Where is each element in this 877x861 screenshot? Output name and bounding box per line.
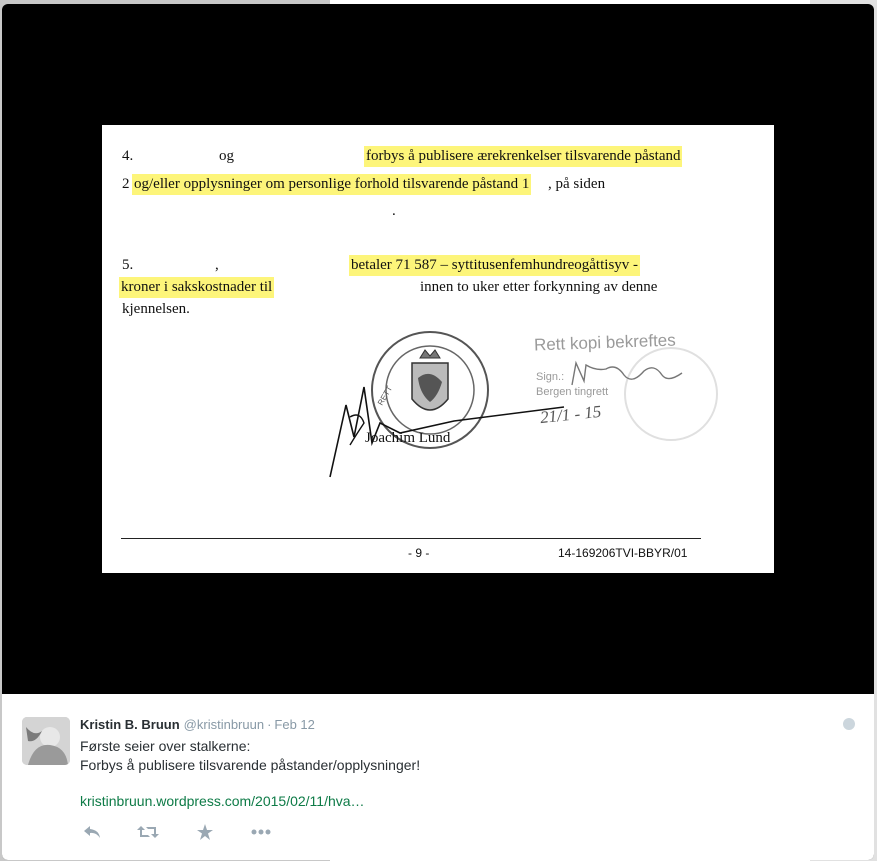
reply-button[interactable] <box>80 822 104 842</box>
line-2-prefix: 2 <box>122 176 130 192</box>
kroner-rest: innen to uker etter forkynning av denne <box>420 279 658 295</box>
line-dot: . <box>392 203 396 219</box>
retweet-icon <box>137 826 159 838</box>
copy-certification-stamp: Rett kopi bekreftes Sign.: Bergen tingre… <box>532 329 732 449</box>
item-5-comma: , <box>215 257 219 273</box>
tweet-link[interactable]: kristinbruun.wordpress.com/2015/02/11/hv… <box>80 793 365 809</box>
media-overlay: 4. og forbys å publisere ærekrenkelser t… <box>2 4 874 860</box>
reply-icon <box>84 826 100 838</box>
author-name[interactable]: Kristin B. Bruun <box>80 717 180 732</box>
avatar-image <box>22 717 70 765</box>
header-separator: · <box>267 717 272 732</box>
tweet-text: Første seier over stalkerne: Forbys å pu… <box>80 738 421 773</box>
highlight-opplysninger: og/eller opplysninger om personlige forh… <box>132 174 532 195</box>
stamp-sign-scribble <box>571 360 683 386</box>
retweet-button[interactable] <box>136 822 160 842</box>
tweet-timestamp[interactable]: Feb 12 <box>274 717 314 732</box>
globe-icon <box>843 718 855 730</box>
footer-rule <box>121 538 701 539</box>
kjennelsen-text: kjennelsen. <box>122 301 190 317</box>
author-handle[interactable]: @kristinbruun <box>184 717 264 732</box>
avatar[interactable] <box>22 717 70 765</box>
tweet-header: Kristin B. Bruun @kristinbruun · Feb 12 <box>80 717 315 732</box>
page-number: - 9 - <box>408 546 430 560</box>
tweet-card: Kristin B. Bruun @kristinbruun · Feb 12 Før… <box>2 694 874 860</box>
highlight-betaler: betaler 71 587 – syttitusenfemhundreogåt… <box>349 255 641 276</box>
case-number: 14-169206TVI-BBYR/01 <box>558 546 688 560</box>
document-image[interactable]: 4. og forbys å publisere ærekrenkelser t… <box>102 125 774 573</box>
star-icon <box>197 824 213 840</box>
item-4-number: 4. <box>122 148 134 164</box>
favorite-button[interactable] <box>193 822 217 842</box>
highlight-forbys: forbys å publisere ærekrenkelser tilsvar… <box>364 146 683 167</box>
line-2-suffix: , på siden <box>548 176 606 192</box>
item-4-og: og <box>219 148 234 164</box>
more-icon <box>251 829 271 835</box>
stamp-date: 21/1 - 15 <box>539 401 603 428</box>
stamp-sign-label: Sign.: <box>536 371 565 383</box>
item-5-number: 5. <box>122 257 134 273</box>
judge-name: Joachim Lund <box>365 430 451 446</box>
more-button[interactable] <box>249 822 273 842</box>
highlight-kroner: kroner i sakskostnader til <box>119 277 275 298</box>
